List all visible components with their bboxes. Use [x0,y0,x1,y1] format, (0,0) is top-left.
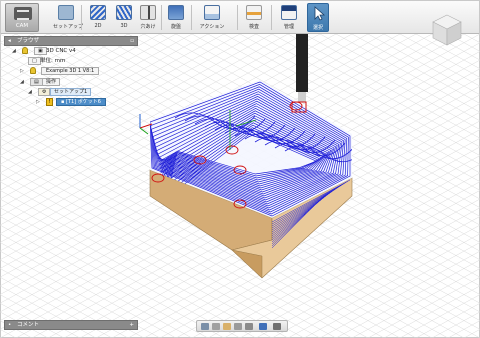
actions-icon [204,5,220,20]
visibility-icon[interactable] [30,67,36,74]
add-comment-icon[interactable]: + [129,321,134,329]
toolbar-divider [161,5,162,30]
drilling-icon [140,5,156,20]
toolbar: CAM セットアップ 2D 3D 穴あけ 旋盤 アクション 検査 管理 選択 [1,1,479,34]
grid-settings-icon[interactable] [273,323,281,330]
browser-title: ブラウザ [17,38,40,44]
select-button[interactable]: 選択 [307,3,329,32]
tree-item-component[interactable]: ▷ Example 3D 1 V8:1 [20,66,130,76]
pan-icon[interactable] [223,323,231,330]
setup-label: セットアップ [53,24,84,30]
turning-button[interactable]: 旋盤 [165,3,187,32]
inspect-icon [246,5,262,20]
toolbar-divider [191,5,192,30]
operations-icon: ▤ [30,78,43,86]
warning-icon: ! [46,98,53,106]
grid-line [447,320,480,338]
2d-button[interactable]: 2D [87,3,109,32]
tree-item-operations[interactable]: ◢ ▤ 操作 [20,77,100,87]
tree-item-pocket[interactable]: ▷ ! ▪ [T1] ポケット6 [36,97,136,107]
grid-line [415,33,480,70]
grid-line [415,302,480,338]
operations-label: 操作 [42,78,61,86]
setup-icon [58,5,74,20]
inspect-label: 検査 [248,24,259,30]
manage-icon [281,5,297,20]
toolbar-divider [271,5,272,30]
actions-label: アクション [199,24,225,30]
setup-button[interactable]: セットアップ [53,3,84,32]
display-settings-icon[interactable] [259,323,267,330]
select-label: 選択 [312,25,323,31]
grid-line [383,33,480,87]
actions-button[interactable]: アクション [197,3,227,32]
toolbar-divider [81,5,82,30]
pocket-operation[interactable]: ▪ [T1] ポケット6 [56,98,106,106]
drilling-label: 穴あけ [140,24,156,30]
2d-icon [90,5,106,20]
drilling-button[interactable]: 穴あけ [137,3,159,32]
navigation-bar [196,320,288,332]
orbit-icon[interactable] [201,323,209,330]
turning-icon [168,5,184,20]
pin-icon[interactable]: ▫ [130,37,134,45]
tool-holder [296,30,308,92]
units-icon: □ [28,57,41,65]
expand-icon[interactable]: ◢ [12,46,16,56]
tree-item-units[interactable]: □ 単位: mm [28,56,128,66]
zoom-icon[interactable] [234,323,242,330]
document-icon: ▣ [34,47,47,55]
setup-label: セットアップ1 [50,88,92,96]
expand-icon[interactable]: ◢ [20,77,24,87]
grid-line [447,33,480,52]
tool-shank [298,92,306,102]
turning-label: 旋盤 [170,24,181,30]
toolbar-divider [237,5,238,30]
tree-label: 単位: mm [40,58,66,64]
tree-label: 3D CNC v4 [46,48,76,54]
look-at-icon[interactable] [212,323,220,330]
visibility-icon[interactable] [22,47,28,54]
collapse-icon[interactable]: ◂ [8,37,11,45]
comment-bar[interactable]: • コメント + [4,320,138,330]
tree-item-document[interactable]: ◢ ▣ 3D CNC v4 [12,46,132,56]
expand-icon[interactable]: ▷ [20,66,24,76]
manage-label: 管理 [283,24,294,30]
browser-panel-header[interactable]: ◂ ブラウザ ▫ [4,36,138,46]
3d-button[interactable]: 3D [113,3,135,32]
3d-label: 3D [120,23,128,29]
component-label: Example 3D 1 V8:1 [41,67,100,75]
workspace-label: CAM [15,23,29,29]
fit-icon[interactable] [245,323,253,330]
2d-label: 2D [94,23,102,29]
3d-icon [116,5,132,20]
pocket-label: [T1] ポケット6 [65,99,101,105]
inspect-button[interactable]: 検査 [243,3,265,32]
select-icon [310,6,326,21]
grid-line [383,285,480,338]
part-model[interactable] [139,30,365,279]
comment-label: コメント [17,322,40,328]
comment-toggle-icon[interactable]: • [8,321,11,329]
expand-icon[interactable]: ▷ [36,97,40,107]
expand-icon[interactable]: ◢ [28,87,32,97]
manage-button[interactable]: 管理 [277,3,301,32]
grid-line [351,33,480,104]
workspace-switcher[interactable]: CAM [5,3,39,32]
cam-workspace-icon [14,7,32,20]
grid-line [351,268,480,338]
setup-tree-icon: ⚙ [38,88,51,96]
tree-item-setup[interactable]: ◢ ⚙ セットアップ1 [28,87,128,97]
view-cube[interactable] [432,14,462,46]
